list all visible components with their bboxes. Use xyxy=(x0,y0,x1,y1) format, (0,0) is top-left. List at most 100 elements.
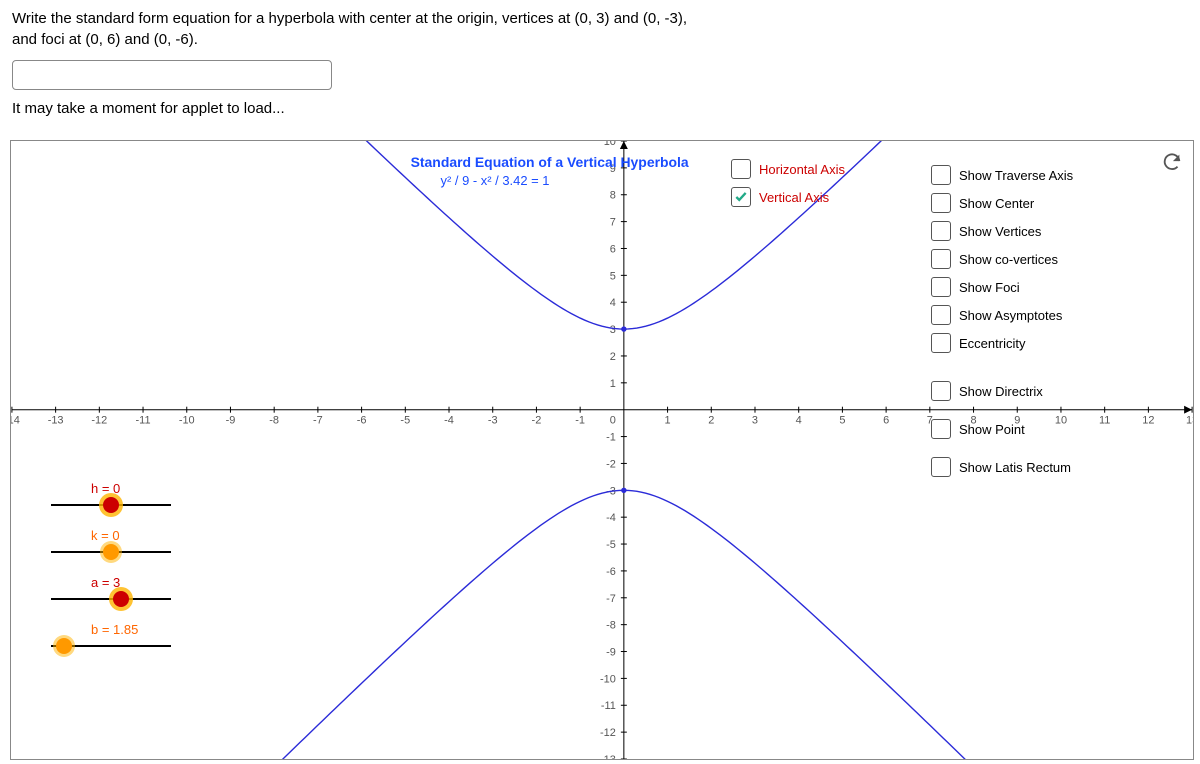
show-option-9[interactable]: Show Latis Rectum xyxy=(931,457,1073,477)
checkbox-box xyxy=(931,249,951,269)
svg-text:-13: -13 xyxy=(600,754,616,759)
svg-text:-4: -4 xyxy=(444,415,454,427)
load-note: It may take a moment for applet to load.… xyxy=(12,100,1188,117)
svg-text:-2: -2 xyxy=(532,415,542,427)
slider-track[interactable] xyxy=(51,592,171,606)
svg-text:-13: -13 xyxy=(48,415,64,427)
show-option-label: Show Point xyxy=(959,422,1025,437)
show-option-label: Show Directrix xyxy=(959,384,1043,399)
question-line-2: and foci at (0, 6) and (0, -6). xyxy=(12,29,1188,50)
svg-text:4: 4 xyxy=(796,415,802,427)
checkbox-box xyxy=(931,277,951,297)
slider-knob[interactable] xyxy=(56,638,72,654)
svg-text:1: 1 xyxy=(665,415,671,427)
svg-text:-2: -2 xyxy=(606,458,616,470)
show-options-group: Show Traverse Axis Show Center Show Vertic… xyxy=(931,165,1073,477)
show-option-label: Show co-vertices xyxy=(959,252,1058,267)
svg-text:5: 5 xyxy=(839,415,845,427)
slider-track[interactable] xyxy=(51,639,171,653)
show-option-label: Show Asymptotes xyxy=(959,308,1062,323)
svg-text:-1: -1 xyxy=(575,415,585,427)
slider-h[interactable]: h = 0 xyxy=(51,481,171,512)
show-option-7[interactable]: Show Directrix xyxy=(931,381,1073,401)
checkbox-box xyxy=(931,419,951,439)
question-area: Write the standard form equation for a h… xyxy=(0,0,1200,123)
checkbox-box xyxy=(731,187,751,207)
svg-text:-6: -6 xyxy=(606,566,616,578)
svg-text:-6: -6 xyxy=(357,415,367,427)
slider-track[interactable] xyxy=(51,498,171,512)
slider-group: h = 0 k = 0 a = 3 b = 1.85 xyxy=(51,481,171,653)
slider-label-h: h = 0 xyxy=(91,481,171,496)
vertical-axis-checkbox[interactable]: Vertical Axis xyxy=(731,187,845,207)
show-option-label: Show Latis Rectum xyxy=(959,460,1071,475)
svg-text:-11: -11 xyxy=(601,700,616,712)
svg-text:10: 10 xyxy=(604,141,616,148)
svg-text:-14: -14 xyxy=(11,415,20,427)
horizontal-axis-checkbox[interactable]: Horizontal Axis xyxy=(731,159,845,179)
svg-text:-5: -5 xyxy=(400,415,410,427)
show-option-5[interactable]: Show Asymptotes xyxy=(931,305,1073,325)
svg-text:2: 2 xyxy=(610,351,616,363)
show-option-label: Eccentricity xyxy=(959,336,1025,351)
checkbox-box xyxy=(931,457,951,477)
svg-text:-12: -12 xyxy=(600,727,616,739)
svg-text:11: 11 xyxy=(1099,415,1110,427)
slider-knob[interactable] xyxy=(103,544,119,560)
equation-title: Standard Equation of a Vertical Hyperbol… xyxy=(411,154,689,170)
slider-a[interactable]: a = 3 xyxy=(51,575,171,606)
show-option-8[interactable]: Show Point xyxy=(931,419,1073,439)
applet-frame: -14-13-12-11-10-9-8-7-6-5-4-3-2-11234567… xyxy=(10,140,1194,760)
horizontal-axis-label: Horizontal Axis xyxy=(759,162,845,177)
show-option-label: Show Center xyxy=(959,196,1034,211)
svg-text:4: 4 xyxy=(610,297,616,309)
slider-knob[interactable] xyxy=(103,497,119,513)
svg-text:2: 2 xyxy=(708,415,714,427)
checkbox-box xyxy=(931,193,951,213)
svg-text:-8: -8 xyxy=(606,620,616,632)
slider-k[interactable]: k = 0 xyxy=(51,528,171,559)
equation-formula: y² / 9 - x² / 3.42 = 1 xyxy=(441,173,550,188)
svg-text:6: 6 xyxy=(610,243,616,255)
show-option-label: Show Traverse Axis xyxy=(959,168,1073,183)
checkbox-box xyxy=(931,305,951,325)
svg-text:-10: -10 xyxy=(179,415,195,427)
checkbox-box xyxy=(931,381,951,401)
show-option-label: Show Foci xyxy=(959,280,1020,295)
svg-text:-7: -7 xyxy=(606,593,616,605)
show-option-2[interactable]: Show Vertices xyxy=(931,221,1073,241)
show-option-0[interactable]: Show Traverse Axis xyxy=(931,165,1073,185)
svg-text:8: 8 xyxy=(610,190,616,202)
show-option-6[interactable]: Eccentricity xyxy=(931,333,1073,353)
show-option-label: Show Vertices xyxy=(959,224,1041,239)
svg-text:6: 6 xyxy=(883,415,889,427)
svg-text:0: 0 xyxy=(610,415,616,427)
answer-input[interactable] xyxy=(12,60,332,90)
vertical-axis-label: Vertical Axis xyxy=(759,190,829,205)
svg-text:-7: -7 xyxy=(313,415,323,427)
svg-text:7: 7 xyxy=(610,217,616,229)
slider-label-b: b = 1.85 xyxy=(91,622,171,637)
slider-knob[interactable] xyxy=(113,591,129,607)
show-option-3[interactable]: Show co-vertices xyxy=(931,249,1073,269)
svg-text:1: 1 xyxy=(610,378,616,390)
checkbox-box xyxy=(931,333,951,353)
slider-b[interactable]: b = 1.85 xyxy=(51,622,171,653)
svg-text:-10: -10 xyxy=(600,673,616,685)
svg-text:-9: -9 xyxy=(226,415,236,427)
svg-text:-1: -1 xyxy=(606,432,616,444)
slider-label-a: a = 3 xyxy=(91,575,171,590)
checkbox-box xyxy=(931,165,951,185)
svg-text:3: 3 xyxy=(752,415,758,427)
checkbox-box xyxy=(931,221,951,241)
svg-text:13: 13 xyxy=(1186,415,1193,427)
show-option-4[interactable]: Show Foci xyxy=(931,277,1073,297)
svg-text:-5: -5 xyxy=(606,539,616,551)
checkbox-box xyxy=(731,159,751,179)
orientation-group: Horizontal Axis Vertical Axis xyxy=(731,159,845,207)
question-line-1: Write the standard form equation for a h… xyxy=(12,8,1188,29)
show-option-1[interactable]: Show Center xyxy=(931,193,1073,213)
slider-track[interactable] xyxy=(51,545,171,559)
svg-text:12: 12 xyxy=(1142,415,1154,427)
svg-text:-8: -8 xyxy=(269,415,279,427)
